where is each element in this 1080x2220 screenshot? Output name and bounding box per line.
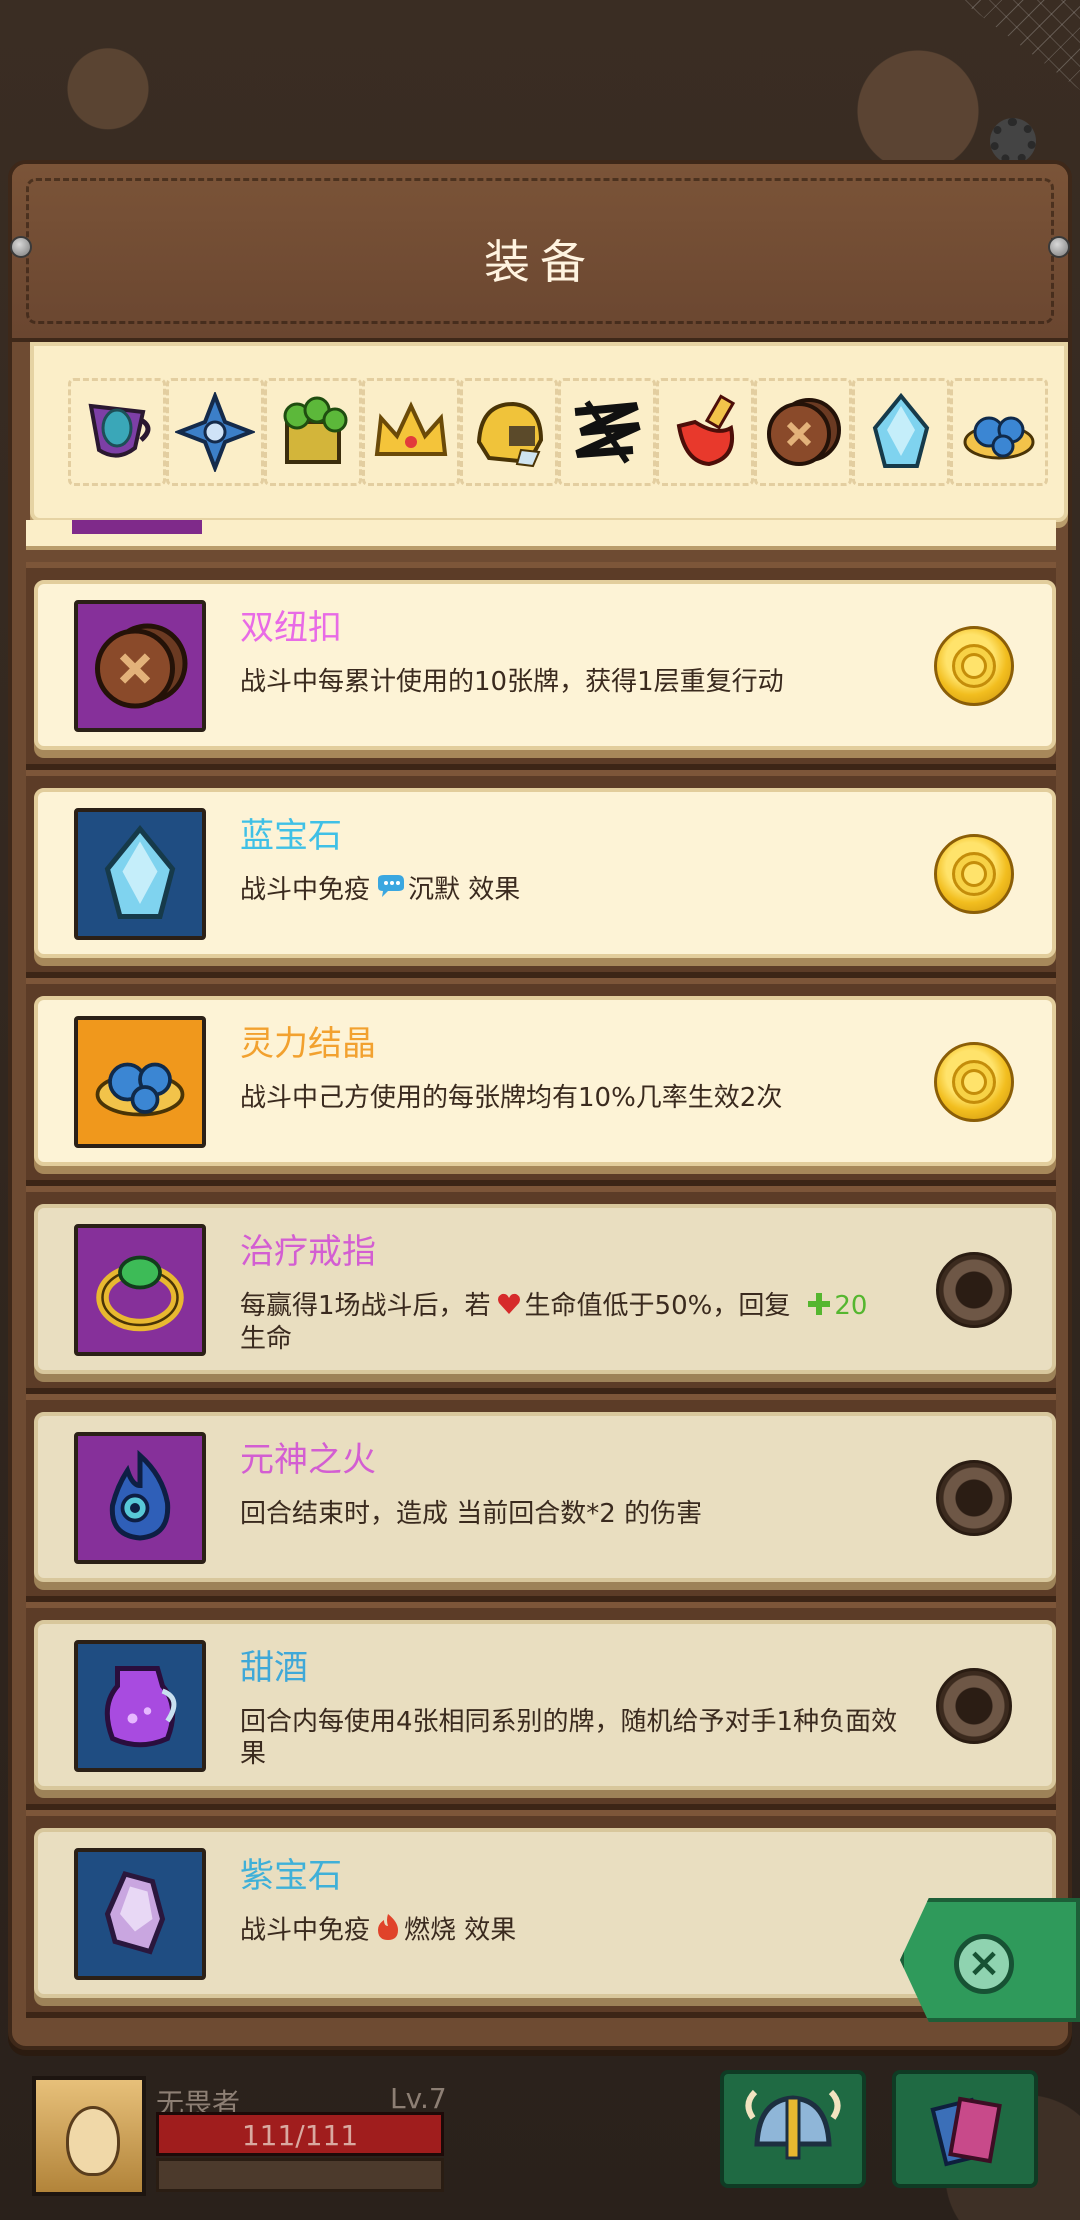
empty-slot-icon <box>936 1460 1012 1536</box>
list-item[interactable]: 甜酒 回合内每使用4张相同系别的牌，随机给予对手1种负面效果 <box>34 1620 1056 1790</box>
avatar[interactable] <box>32 2076 146 2196</box>
list-item[interactable]: 双纽扣 战斗中每累计使用的10张牌，获得1层重复行动 <box>34 580 1056 750</box>
equip-slot-8[interactable] <box>754 378 852 486</box>
twin-button-icon <box>95 623 188 709</box>
item-description: 每赢得1场战斗后，若 生命值低于50%，回复 20 生命 <box>240 1291 868 1354</box>
silence-icon <box>376 874 405 907</box>
equip-slot-2[interactable] <box>166 378 264 486</box>
list-item[interactable]: 灵力结晶 战斗中己方使用的每张牌均有10%几率生效2次 <box>34 996 1056 1166</box>
cards-button[interactable] <box>892 2070 1038 2188</box>
item-name: 紫宝石 <box>240 1856 342 1896</box>
spirit-crystal-icon <box>95 1062 185 1117</box>
empty-slot-icon <box>936 1252 1012 1328</box>
blue-shuriken-icon <box>175 392 255 472</box>
item-description: 战斗中免疫 燃烧 效果 <box>240 1914 900 1948</box>
heart-icon <box>497 1291 521 1323</box>
item-name: 甜酒 <box>240 1648 308 1688</box>
sapphire-gem-icon <box>104 825 176 919</box>
amethyst-icon <box>104 1871 166 1955</box>
gold-helmet-icon <box>476 401 544 468</box>
equip-slot-7[interactable] <box>656 378 754 486</box>
cards-icon <box>930 2096 1002 2167</box>
equip-slot-4[interactable] <box>362 378 460 486</box>
gold-coin-icon <box>934 626 1014 706</box>
equipment-list: 双纽扣 战斗中每累计使用的10张牌，获得1层重复行动 蓝宝石 战斗中免疫 沉默 效… <box>26 520 1056 2030</box>
item-description: 战斗中免疫 沉默 效果 <box>240 874 521 907</box>
gear-icon <box>990 118 1036 164</box>
equip-slot-10[interactable] <box>950 378 1048 486</box>
gold-coin-icon <box>934 1042 1014 1122</box>
list-item[interactable]: 紫宝石 战斗中免疫 燃烧 效果 <box>34 1828 1056 1998</box>
item-name: 元神之火 <box>240 1440 376 1480</box>
list-item[interactable]: 元神之火 回合结束时，造成 当前回合数*2 的伤害 <box>34 1412 1056 1582</box>
item-description: 回合结束时，造成 当前回合数*2 的伤害 <box>240 1499 703 1529</box>
list-item[interactable]: 治疗戒指 每赢得1场战斗后，若 生命值低于50%，回复 20 生命 <box>34 1204 1056 1374</box>
twin-button-icon <box>767 398 841 466</box>
close-icon: × <box>954 1934 1014 1994</box>
panel-header: 装备 <box>10 164 1070 342</box>
empty-slot-icon <box>936 1668 1012 1744</box>
equip-slot-9[interactable] <box>852 378 950 486</box>
plus-heal-icon <box>808 1291 831 1323</box>
gold-crown-icon <box>374 401 448 456</box>
item-name: 治疗戒指 <box>240 1232 376 1272</box>
sapphire-gem-icon <box>872 392 930 468</box>
heal-ring-icon <box>96 1255 184 1332</box>
red-potion-icon <box>676 394 736 467</box>
spirit-fire-icon <box>109 1449 171 1541</box>
clover-box-icon <box>283 396 348 464</box>
page-title: 装备 <box>484 235 596 289</box>
equip-slot-1[interactable] <box>68 378 166 486</box>
burn-icon <box>376 1914 400 1948</box>
helmet-icon <box>745 2089 841 2160</box>
equip-slot-3[interactable] <box>264 378 362 486</box>
item-description: 回合内每使用4张相同系别的牌，随机给予对手1种负面效果 <box>240 1707 898 1769</box>
bottom-bar: 无畏者 Lv.7 111/111 <box>0 2060 1080 2220</box>
gold-coin-icon <box>934 834 1014 914</box>
sweet-wine-icon <box>104 1666 177 1748</box>
list-item[interactable]: 蓝宝石 战斗中免疫 沉默 效果 <box>34 788 1056 958</box>
purple-goblet-icon <box>88 403 151 458</box>
item-description: 战斗中每累计使用的10张牌，获得1层重复行动 <box>240 667 784 697</box>
equip-slot-6[interactable] <box>558 378 656 486</box>
close-button[interactable]: × <box>900 1898 1080 2022</box>
equipment-button[interactable] <box>720 2070 866 2188</box>
item-name: 灵力结晶 <box>240 1024 376 1064</box>
equipped-bar <box>30 342 1068 522</box>
hp-text: 111/111 <box>241 2119 359 2152</box>
black-scribble-icon <box>574 400 641 464</box>
hp-bar: 111/111 <box>156 2112 444 2156</box>
player-level: Lv.7 <box>390 2082 447 2115</box>
item-description: 战斗中己方使用的每张牌均有10%几率生效2次 <box>240 1083 783 1113</box>
item-name: 双纽扣 <box>240 608 342 648</box>
item-name: 蓝宝石 <box>240 816 342 856</box>
spirit-crystal-icon <box>963 416 1035 460</box>
equip-slot-5[interactable] <box>460 378 558 486</box>
